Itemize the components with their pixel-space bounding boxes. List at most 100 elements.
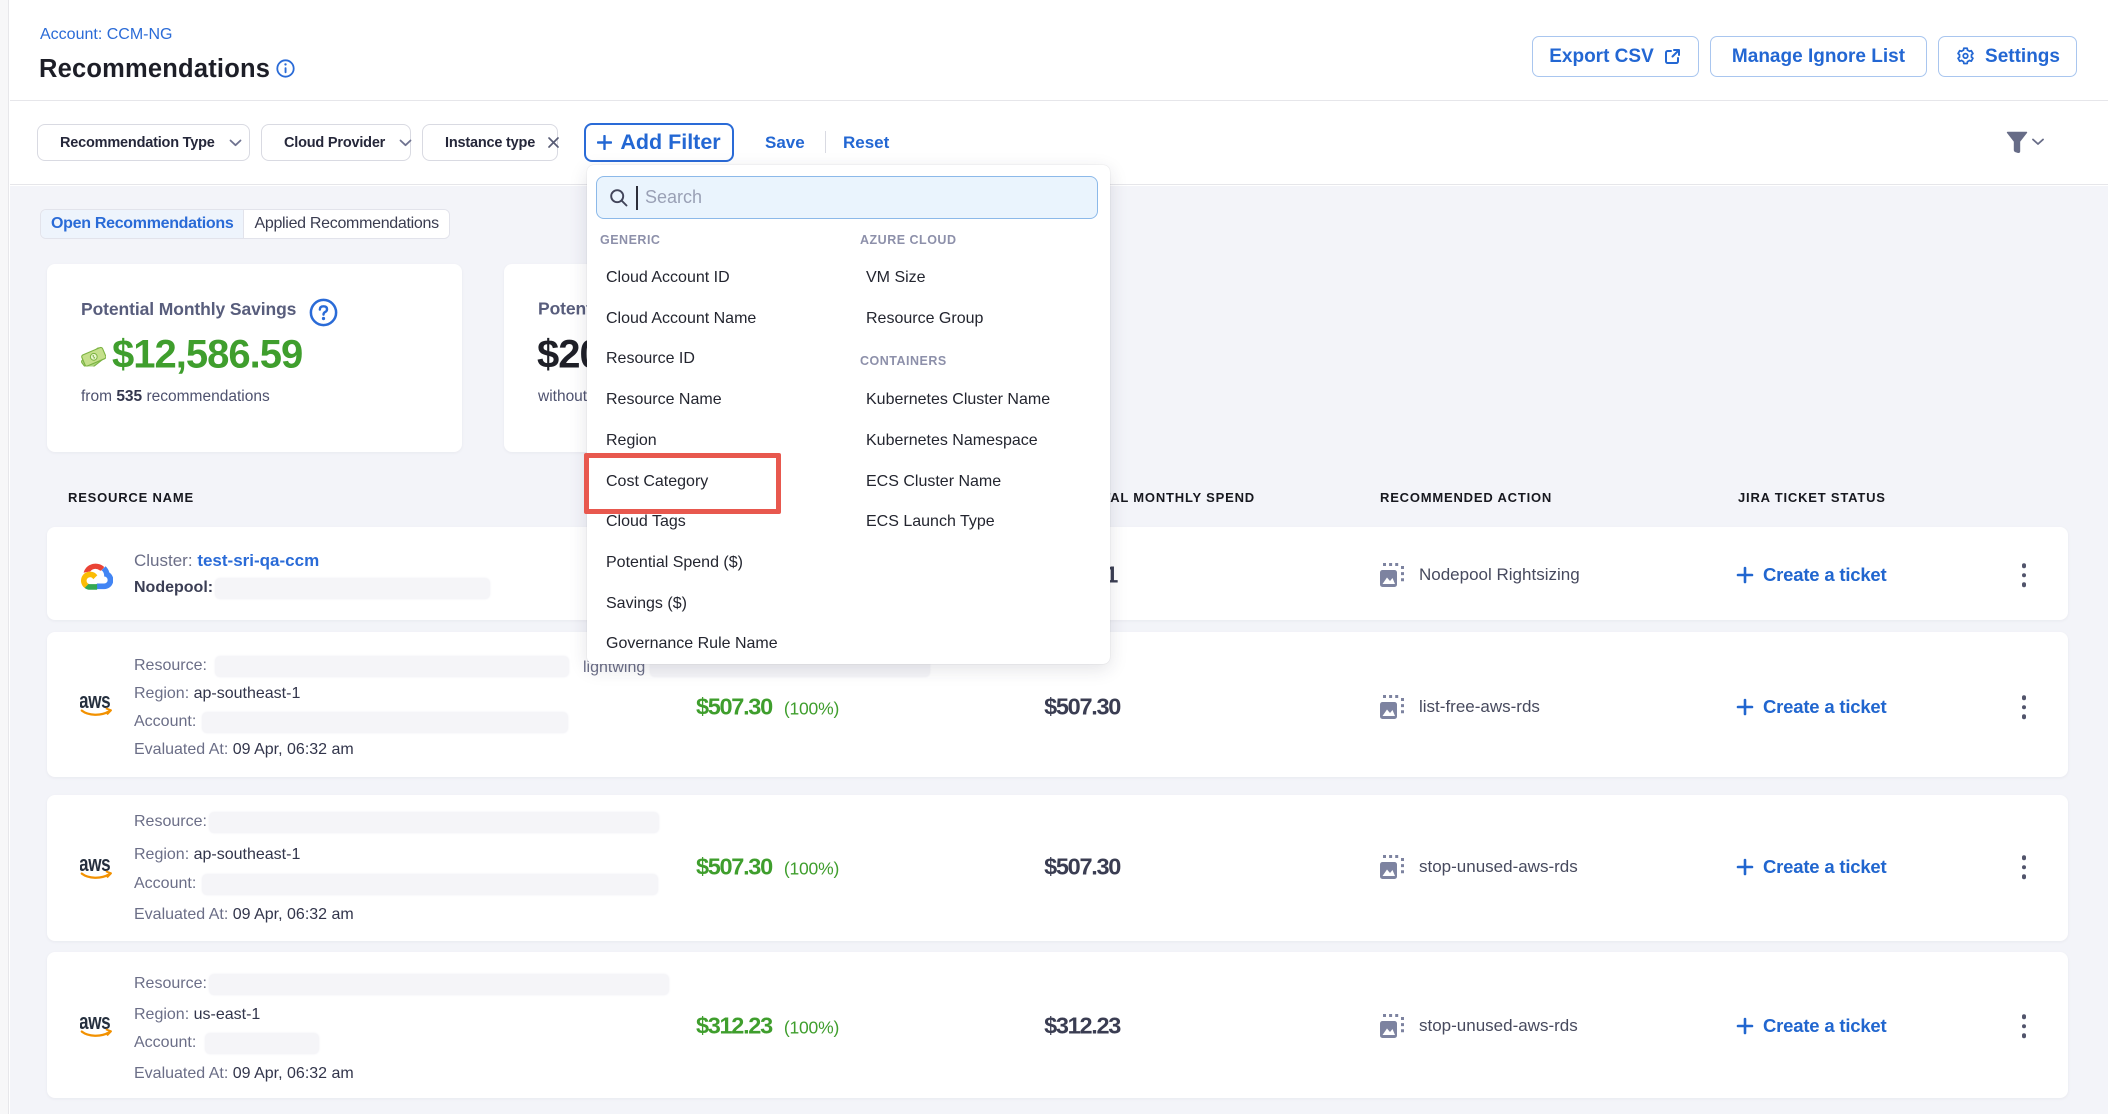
- nodepool-label: Nodepool:: [134, 579, 213, 596]
- create-ticket-button[interactable]: Create a ticket: [1736, 696, 1886, 718]
- resource-detail-line: Account:: [134, 875, 196, 893]
- export-csv-label: Export CSV: [1549, 46, 1654, 68]
- resource-detail-line: Account:: [134, 713, 196, 731]
- dropdown-item-governance-rule-name[interactable]: Governance Rule Name: [606, 635, 778, 653]
- breadcrumb[interactable]: Account: CCM-NG: [40, 26, 172, 44]
- create-ticket-button[interactable]: Create a ticket: [1736, 1015, 1886, 1037]
- evaluated-at-value: 09 Apr, 06:32 am: [233, 906, 354, 923]
- savings-percent: (100%): [784, 699, 839, 720]
- cost-category-highlight-annotation: [584, 453, 781, 514]
- recommendation-row[interactable]: Resource: Region: us-east-1 Account: Eva…: [47, 952, 2068, 1098]
- region-label: Region:: [134, 1006, 189, 1023]
- chevron-down-icon: [229, 139, 242, 147]
- manage-ignore-list-label: Manage Ignore List: [1732, 46, 1905, 68]
- kebab-dot: [2022, 1033, 2027, 1038]
- row-menu-button[interactable]: [2020, 695, 2028, 719]
- resource-label: Resource:: [134, 813, 207, 830]
- dropdown-item-savings[interactable]: Savings ($): [606, 595, 687, 613]
- resource-detail-line: Evaluated At: 09 Apr, 06:32 am: [134, 1065, 354, 1083]
- dropdown-section-label: AZURE CLOUD: [860, 233, 956, 247]
- evaluated-at-label: Evaluated At:: [134, 906, 228, 923]
- plus-icon: [1736, 1017, 1754, 1035]
- dropdown-item-resource-name[interactable]: Resource Name: [606, 391, 722, 409]
- column-header-recommended-action[interactable]: RECOMMENDED ACTION: [1380, 490, 1552, 505]
- evaluated-at-value: 09 Apr, 06:32 am: [233, 1065, 354, 1082]
- divider: [825, 131, 826, 153]
- close-icon: [547, 136, 560, 149]
- resource-detail-line: Nodepool:: [134, 579, 213, 597]
- export-csv-button[interactable]: Export CSV: [1532, 36, 1699, 77]
- redacted-text: [202, 874, 658, 895]
- rightsizing-icon: [1380, 563, 1404, 587]
- monthly-spend-value: $312.23: [1044, 1013, 1120, 1040]
- reset-filter-link[interactable]: Reset: [843, 133, 889, 153]
- savings-value: $12,586.59: [80, 333, 302, 378]
- dropdown-item-cloud-tags[interactable]: Cloud Tags: [606, 513, 686, 531]
- filter-chip-label: Instance type: [445, 135, 535, 151]
- dropdown-search-field[interactable]: Search: [596, 176, 1098, 219]
- search-icon: [609, 188, 629, 208]
- recommendations-tabs: Open Recommendations Applied Recommendat…: [40, 209, 450, 239]
- save-filter-link[interactable]: Save: [765, 133, 805, 153]
- dropdown-item-kubernetes-cluster-name[interactable]: Kubernetes Cluster Name: [866, 391, 1050, 409]
- tab-applied-recommendations[interactable]: Applied Recommendations: [243, 210, 448, 238]
- dropdown-item-resource-id[interactable]: Resource ID: [606, 350, 695, 368]
- add-filter-button[interactable]: Add Filter: [584, 123, 734, 162]
- column-header-resource-name[interactable]: RESOURCE NAME: [68, 490, 194, 505]
- dropdown-item-ecs-cluster-name[interactable]: ECS Cluster Name: [866, 473, 1001, 491]
- add-filter-dropdown: Search: [587, 165, 1110, 664]
- filter-chip-instance-type[interactable]: Instance type: [422, 124, 558, 161]
- funnel-icon: [2006, 131, 2028, 154]
- plus-icon: [1736, 858, 1754, 876]
- kebab-dot: [2022, 874, 2027, 879]
- resource-detail-line: Cluster: test-sri-qa-ccm: [134, 551, 319, 571]
- settings-button[interactable]: Settings: [1938, 36, 2077, 77]
- dropdown-section-label: CONTAINERS: [860, 354, 947, 368]
- resource-detail-line: Evaluated At: 09 Apr, 06:32 am: [134, 906, 354, 924]
- dropdown-item-ecs-launch-type[interactable]: ECS Launch Type: [866, 513, 995, 531]
- region-label: Region:: [134, 685, 189, 702]
- recommended-action-label: list-free-aws-rds: [1419, 697, 1540, 717]
- manage-ignore-list-button[interactable]: Manage Ignore List: [1710, 36, 1927, 77]
- kebab-dot: [2022, 714, 2027, 719]
- help-icon: [309, 298, 338, 327]
- redacted-text: [209, 812, 659, 833]
- row-menu-button[interactable]: [2020, 1014, 2028, 1038]
- filter-chip-recommendation-type[interactable]: Recommendation Type: [37, 124, 250, 161]
- dropdown-item-region[interactable]: Region: [606, 432, 657, 450]
- recommendation-row[interactable]: Resource: Region: ap-southeast-1 Account…: [47, 795, 2068, 941]
- filter-chip-label: Recommendation Type: [60, 135, 215, 151]
- tab-open-recommendations[interactable]: Open Recommendations: [41, 210, 243, 238]
- savings-percent: (100%): [784, 1018, 839, 1039]
- dropdown-item-potential-spend[interactable]: Potential Spend ($): [606, 554, 743, 572]
- redacted-text: [215, 578, 490, 599]
- chevron-down-icon: [2032, 138, 2044, 146]
- create-ticket-label: Create a ticket: [1763, 1015, 1886, 1037]
- savings-amount: $507.30: [696, 854, 772, 881]
- resource-detail-line: Resource:: [134, 813, 207, 831]
- dropdown-item-resource-group[interactable]: Resource Group: [866, 310, 983, 328]
- plus-icon: [1736, 566, 1754, 584]
- dropdown-item-cloud-account-id[interactable]: Cloud Account ID: [606, 269, 730, 287]
- filter-chip-cloud-provider[interactable]: Cloud Provider: [261, 124, 411, 161]
- row-menu-button[interactable]: [2020, 563, 2028, 587]
- filter-panel-toggle[interactable]: [2006, 128, 2060, 156]
- row-menu-button[interactable]: [2020, 855, 2028, 879]
- create-ticket-button[interactable]: Create a ticket: [1736, 564, 1886, 586]
- create-ticket-button[interactable]: Create a ticket: [1736, 856, 1886, 878]
- savings-amount: $507.30: [696, 694, 772, 721]
- rightsizing-icon: [1380, 855, 1404, 879]
- info-icon[interactable]: [276, 59, 295, 78]
- redacted-text: [202, 712, 568, 733]
- cluster-link[interactable]: test-sri-qa-ccm: [197, 551, 319, 570]
- chevron-down-icon: [399, 139, 412, 147]
- column-header-jira-ticket-status[interactable]: JIRA TICKET STATUS: [1738, 490, 1886, 505]
- dropdown-item-cloud-account-name[interactable]: Cloud Account Name: [606, 310, 756, 328]
- resource-label: Resource:: [134, 975, 207, 992]
- dropdown-item-vm-size[interactable]: VM Size: [866, 269, 926, 287]
- savings-percent: (100%): [784, 859, 839, 880]
- dropdown-item-kubernetes-namespace[interactable]: Kubernetes Namespace: [866, 432, 1038, 450]
- region-value: us-east-1: [194, 1006, 261, 1023]
- rightsizing-icon: [1380, 695, 1404, 719]
- aws-logo: [80, 693, 112, 718]
